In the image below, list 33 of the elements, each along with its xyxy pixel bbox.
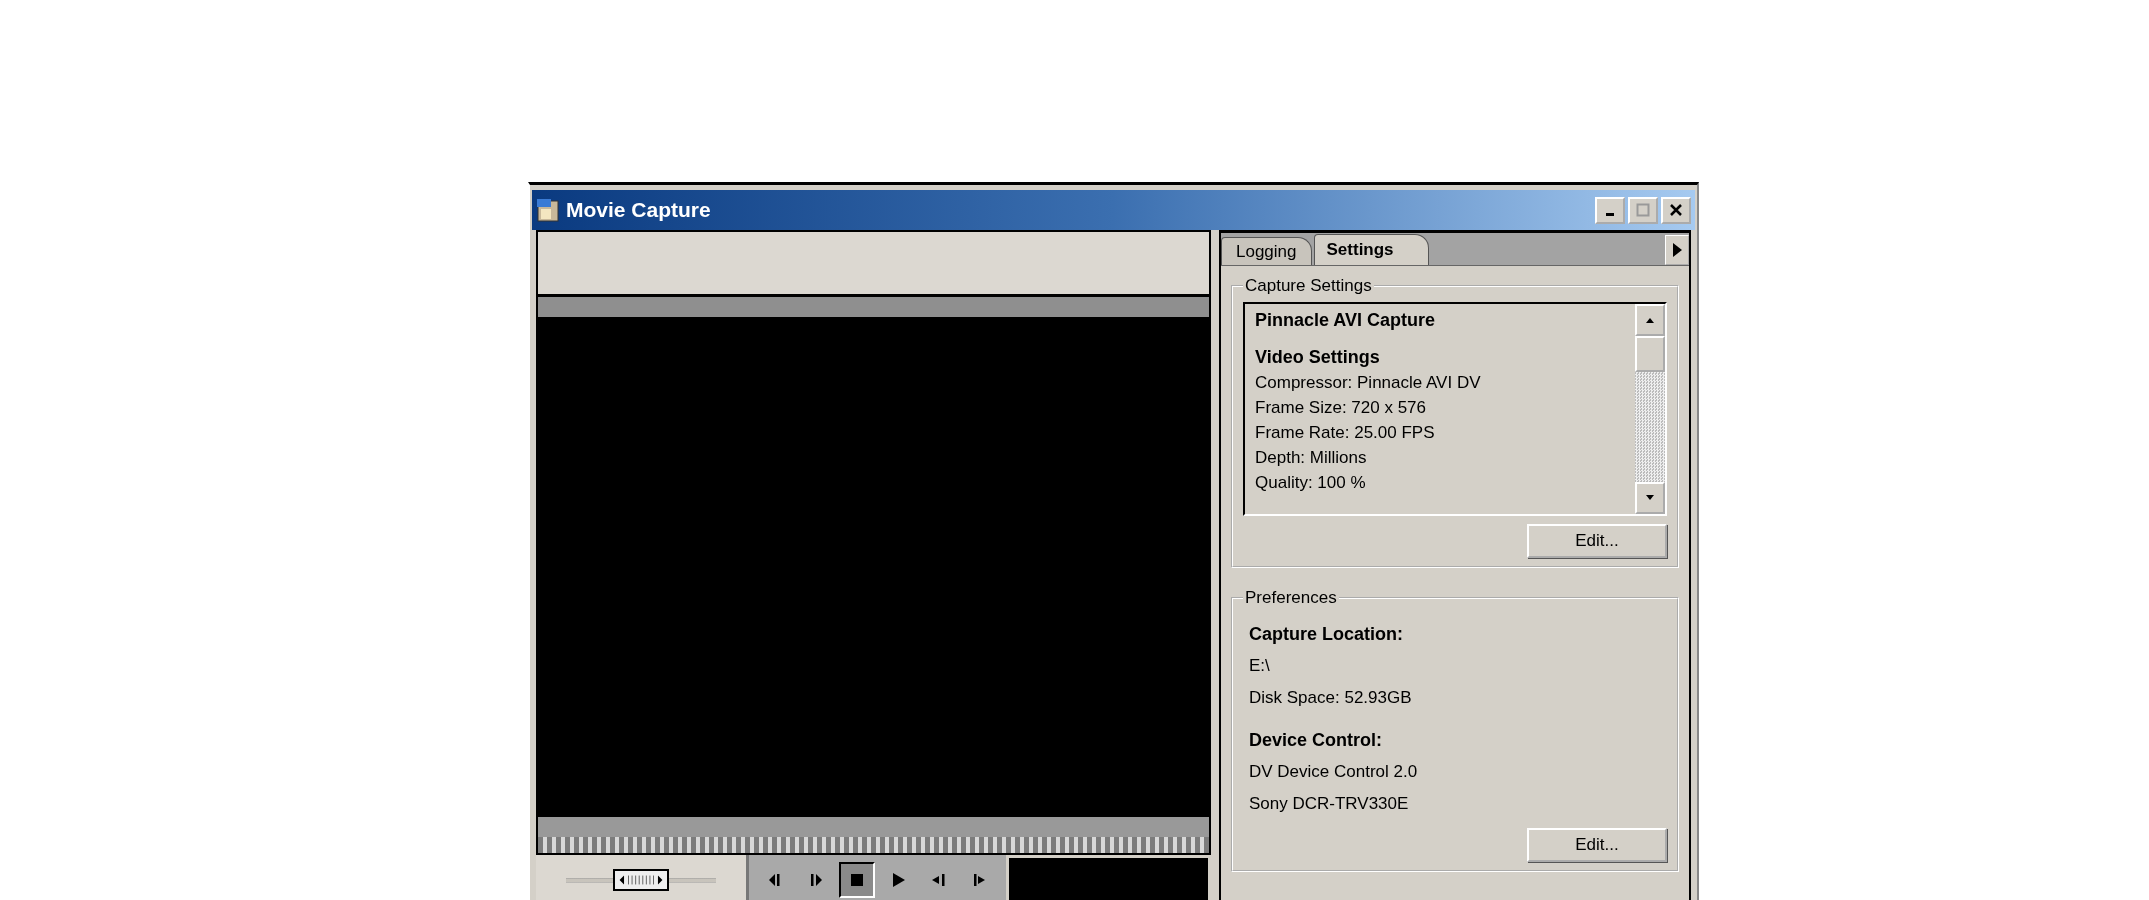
setting-text: Frame Size: 720 x 576 bbox=[1255, 397, 1428, 419]
section-heading: Capture Location: bbox=[1249, 623, 1404, 646]
tab[interactable]: Settings bbox=[1313, 234, 1429, 265]
preference-text: DV Device Control 2.0 bbox=[1249, 761, 1419, 783]
scrollbar[interactable] bbox=[1635, 304, 1665, 514]
group-title: Capture Settings bbox=[1244, 276, 1373, 296]
section-heading: Pinnacle AVI Capture bbox=[1255, 309, 1437, 332]
setting-text: Frame Rate: 25.00 FPS bbox=[1255, 422, 1436, 444]
preference-text: Disk Space: 52.93GB bbox=[1249, 687, 1413, 709]
scroll-thumb[interactable] bbox=[1635, 336, 1665, 372]
section-heading: Video Settings bbox=[1255, 346, 1381, 369]
edit-button[interactable]: Edit... bbox=[1527, 524, 1667, 558]
maximize-icon bbox=[1636, 203, 1650, 217]
triangle-right-icon bbox=[1671, 242, 1683, 258]
stop-button[interactable] bbox=[839, 862, 876, 898]
minimize-icon bbox=[1606, 212, 1614, 216]
section-heading: Device Control: bbox=[1249, 729, 1384, 752]
close-icon bbox=[1669, 203, 1683, 217]
close-button[interactable] bbox=[1661, 196, 1691, 224]
preference-text: E:\ bbox=[1249, 655, 1271, 677]
shuttle-thumb[interactable] bbox=[613, 869, 669, 891]
jog-wheel[interactable] bbox=[536, 837, 1211, 855]
window-title: Movie Capture bbox=[566, 198, 712, 222]
edit-button[interactable]: Edit... bbox=[1527, 828, 1667, 862]
setting-text: Depth: Millions bbox=[1255, 447, 1368, 469]
setting-text: Compressor: Pinnacle AVI DV bbox=[1255, 372, 1482, 394]
group-title: Preferences bbox=[1244, 588, 1338, 608]
minimize-button[interactable] bbox=[1595, 196, 1625, 224]
preference-text: Sony DCR-TRV330E bbox=[1249, 793, 1410, 815]
tab[interactable]: Logging bbox=[1221, 237, 1312, 265]
app-icon bbox=[536, 197, 562, 223]
setting-text: Quality: 100 % bbox=[1255, 472, 1367, 494]
panel-menu-button[interactable] bbox=[1665, 235, 1689, 265]
